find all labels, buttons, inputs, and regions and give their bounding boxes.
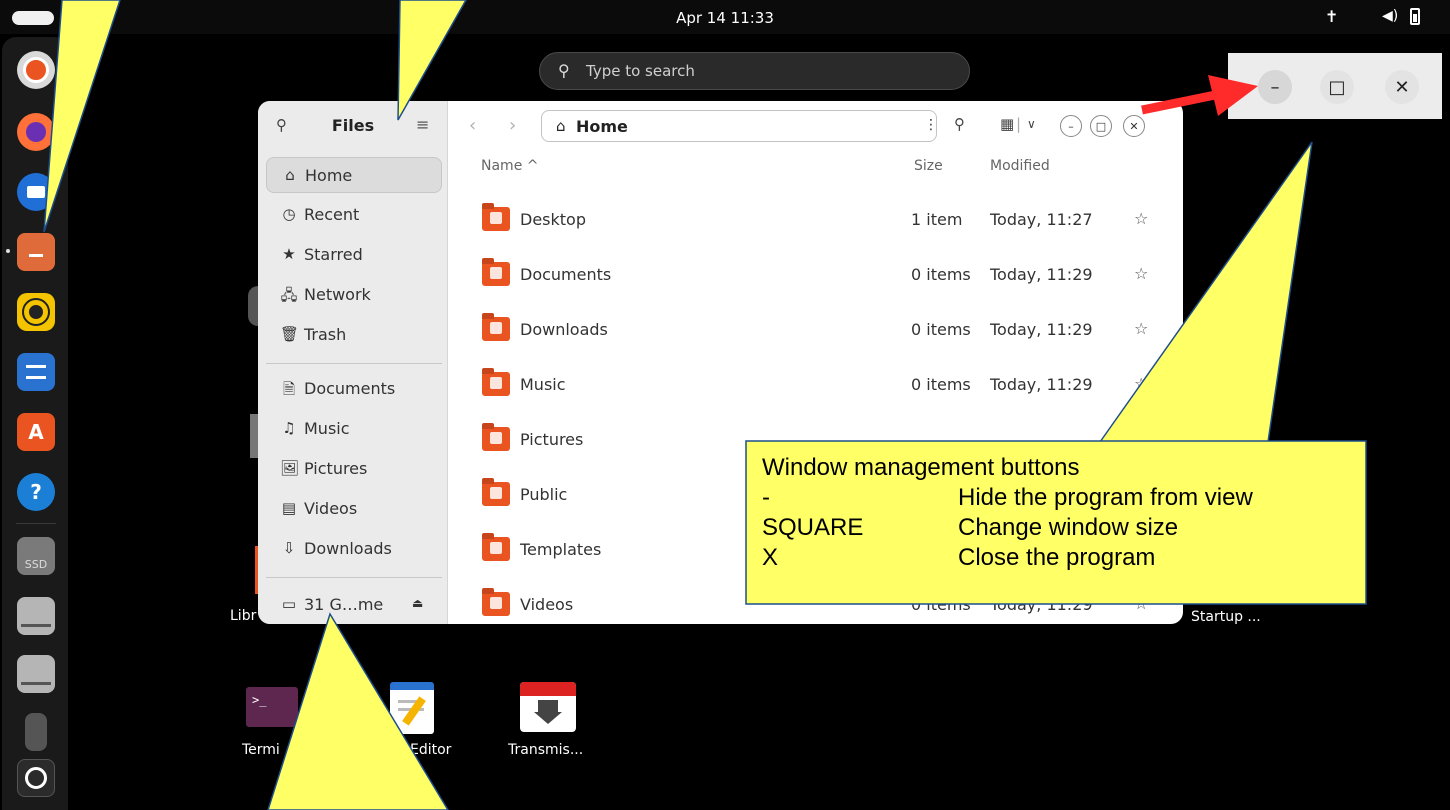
callout-desc: Close the program <box>958 544 1156 571</box>
callout-desc: Change window size <box>958 514 1179 541</box>
callout-pointer <box>397 0 467 121</box>
callout-line: SQUARE Change window size <box>762 513 1178 543</box>
callout-pointer <box>1098 141 1313 443</box>
callout-pointer <box>43 0 121 233</box>
callout-key: X <box>762 544 779 571</box>
callout-title: Window management buttons <box>762 454 1080 481</box>
callout-key: - <box>762 484 770 511</box>
annotation-layer <box>43 0 1367 810</box>
arrow-head-icon <box>1208 75 1258 116</box>
arrow-shaft <box>1141 88 1226 115</box>
callout-pointer <box>267 612 449 810</box>
callout-line: - Hide the program from view <box>762 483 1253 513</box>
callout-line: X Close the program <box>762 543 1155 573</box>
callout-text: Window management buttons - Hide the pro… <box>762 453 1253 573</box>
callout-desc: Hide the program from view <box>958 484 1253 511</box>
callout-key: SQUARE <box>762 514 864 541</box>
